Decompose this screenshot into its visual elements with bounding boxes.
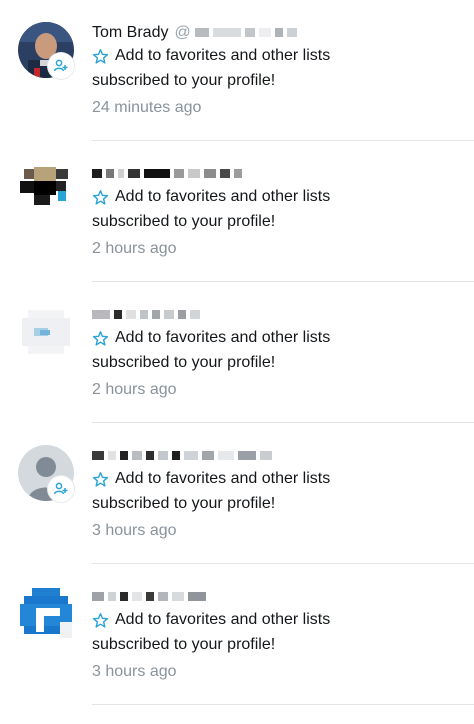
- star-outline-icon: [92, 189, 109, 205]
- timestamp: 3 hours ago: [92, 663, 177, 680]
- notification-item[interactable]: Add to favorites and other lists subscri…: [0, 141, 474, 282]
- notification-item[interactable]: Add to favorites and other lists subscri…: [0, 564, 474, 705]
- add-to-favorites-button[interactable]: Add to favorites and other lists: [92, 468, 330, 490]
- redacted-name: [92, 306, 204, 324]
- avatar-image: [18, 304, 74, 360]
- add-to-favorites-label: Add to favorites and other lists: [115, 470, 331, 487]
- user-name-line[interactable]: [92, 586, 210, 608]
- timestamp: 3 hours ago: [92, 522, 177, 539]
- add-to-favorites-button[interactable]: Add to favorites and other lists: [92, 327, 330, 349]
- notification-text: subscribed to your profile!: [92, 213, 276, 230]
- star-outline-icon: [92, 48, 109, 64]
- star-outline-icon: [92, 612, 109, 628]
- subscriber-badge: [48, 53, 74, 79]
- add-to-favorites-label: Add to favorites and other lists: [115, 47, 331, 64]
- redacted-name: [92, 447, 276, 465]
- user-name-line[interactable]: [92, 445, 276, 467]
- notification-item[interactable]: Add to favorites and other lists subscri…: [0, 423, 474, 564]
- add-to-favorites-button[interactable]: Add to favorites and other lists: [92, 45, 330, 67]
- timestamp: 24 minutes ago: [92, 99, 202, 116]
- redacted-name: [92, 165, 246, 183]
- avatar[interactable]: [18, 163, 74, 219]
- redacted-handle: [194, 24, 301, 42]
- notification-text: subscribed to your profile!: [92, 72, 276, 89]
- notification-list: Tom Brady @ Add to favorites and other l…: [0, 0, 474, 705]
- user-name-line[interactable]: Tom Brady @: [92, 22, 301, 44]
- notification-text: subscribed to your profile!: [92, 495, 276, 512]
- divider: [92, 704, 474, 705]
- notification-text: subscribed to your profile!: [92, 636, 276, 653]
- subscriber-badge: [48, 476, 74, 502]
- add-to-favorites-button[interactable]: Add to favorites and other lists: [92, 609, 330, 631]
- redacted-name: [92, 588, 210, 606]
- timestamp: 2 hours ago: [92, 381, 177, 398]
- avatar-container[interactable]: [18, 22, 74, 79]
- star-outline-icon: [92, 330, 109, 346]
- notification-item[interactable]: Add to favorites and other lists subscri…: [0, 282, 474, 423]
- user-handle: @: [174, 24, 191, 41]
- notification-item[interactable]: Tom Brady @ Add to favorites and other l…: [0, 0, 474, 141]
- user-name-line[interactable]: [92, 304, 204, 326]
- avatar[interactable]: [18, 586, 74, 642]
- avatar-image: [18, 586, 74, 642]
- add-to-favorites-label: Add to favorites and other lists: [115, 611, 331, 628]
- add-to-favorites-label: Add to favorites and other lists: [115, 188, 331, 205]
- avatar[interactable]: [18, 304, 74, 360]
- add-to-favorites-label: Add to favorites and other lists: [115, 329, 331, 346]
- notification-text: subscribed to your profile!: [92, 354, 276, 371]
- user-name[interactable]: Tom Brady: [92, 24, 168, 42]
- avatar-image: [18, 163, 74, 219]
- avatar-container[interactable]: [18, 586, 74, 642]
- subscriber-icon: [53, 59, 68, 72]
- timestamp: 2 hours ago: [92, 240, 177, 257]
- avatar-container[interactable]: [18, 304, 74, 360]
- subscriber-icon: [53, 482, 68, 495]
- user-name-line[interactable]: [92, 163, 246, 185]
- avatar-container[interactable]: [18, 163, 74, 219]
- avatar-container[interactable]: [18, 445, 74, 502]
- star-outline-icon: [92, 471, 109, 487]
- add-to-favorites-button[interactable]: Add to favorites and other lists: [92, 186, 330, 208]
